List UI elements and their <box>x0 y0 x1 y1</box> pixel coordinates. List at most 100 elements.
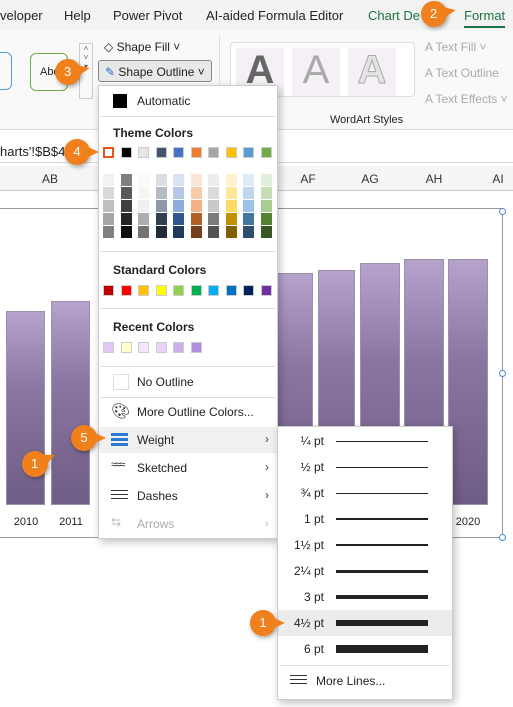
recent-color-swatch[interactable] <box>173 342 184 353</box>
theme-shade-swatch[interactable] <box>208 200 219 212</box>
theme-shade-swatch[interactable] <box>208 174 219 186</box>
chart-bar[interactable] <box>446 257 490 507</box>
resize-handle[interactable] <box>499 370 506 377</box>
wordart-style[interactable]: A <box>348 48 396 96</box>
theme-shade-swatch[interactable] <box>190 200 202 212</box>
standard-color-swatch[interactable] <box>190 285 202 296</box>
standard-color-swatch[interactable] <box>138 285 149 296</box>
column-header[interactable]: AH <box>404 172 464 186</box>
shape-fill-button[interactable]: ◇ Shape Fill ˅ <box>104 40 180 54</box>
theme-color-swatch[interactable] <box>243 147 254 158</box>
theme-shade-swatch[interactable] <box>120 226 132 238</box>
tab-format[interactable]: Format <box>464 8 506 28</box>
theme-color-swatch[interactable] <box>208 147 219 158</box>
theme-shade-swatch[interactable] <box>260 226 272 238</box>
menu-item-sketched[interactable]: ≈≈≈ Sketched › <box>99 455 277 481</box>
theme-shade-swatch[interactable] <box>173 174 184 186</box>
column-header[interactable]: AB <box>20 172 80 186</box>
theme-shade-swatch[interactable] <box>120 187 132 199</box>
text-outline-button[interactable]: A Text Outline <box>425 66 499 80</box>
theme-shade-swatch[interactable] <box>190 174 202 186</box>
theme-shade-swatch[interactable] <box>103 174 114 186</box>
theme-shade-swatch[interactable] <box>103 213 114 225</box>
theme-shade-swatch[interactable] <box>155 174 167 186</box>
weight-option[interactable]: 4½ pt <box>278 610 452 636</box>
weight-option[interactable]: 1 pt <box>278 506 452 532</box>
standard-color-swatch[interactable] <box>225 285 237 296</box>
weight-option[interactable]: 3 pt <box>278 584 452 610</box>
theme-shade-swatch[interactable] <box>103 187 114 199</box>
theme-shade-swatch[interactable] <box>243 213 254 225</box>
theme-shade-swatch[interactable] <box>173 226 184 238</box>
theme-shade-swatch[interactable] <box>103 226 114 238</box>
resize-handle[interactable] <box>499 208 506 215</box>
theme-shade-swatch[interactable] <box>120 200 132 212</box>
shape-style-preview[interactable] <box>0 52 12 90</box>
tab-power-pivot[interactable]: Power Pivot <box>113 8 182 23</box>
theme-shade-swatch[interactable] <box>260 200 272 212</box>
theme-shade-swatch[interactable] <box>260 213 272 225</box>
theme-shade-swatch[interactable] <box>120 213 132 225</box>
theme-color-swatch[interactable] <box>120 147 132 158</box>
recent-color-swatch[interactable] <box>103 342 114 353</box>
theme-shade-swatch[interactable] <box>138 200 149 212</box>
theme-shade-swatch[interactable] <box>225 174 237 186</box>
theme-color-swatch[interactable] <box>225 147 237 158</box>
menu-item-more-lines[interactable]: More Lines... <box>278 668 452 694</box>
standard-color-swatch[interactable] <box>208 285 219 296</box>
wordart-style[interactable]: A <box>292 48 340 96</box>
weight-option[interactable]: 1½ pt <box>278 532 452 558</box>
standard-color-swatch[interactable] <box>243 285 254 296</box>
text-effects-button[interactable]: A Text Effects ˅ <box>425 92 508 106</box>
recent-color-swatch[interactable] <box>190 342 202 353</box>
theme-shade-swatch[interactable] <box>155 213 167 225</box>
theme-color-swatch[interactable] <box>155 147 167 158</box>
theme-color-swatch[interactable] <box>173 147 184 158</box>
theme-shade-swatch[interactable] <box>173 187 184 199</box>
chart-bar[interactable] <box>49 299 92 507</box>
theme-shade-swatch[interactable] <box>173 213 184 225</box>
theme-shade-swatch[interactable] <box>155 187 167 199</box>
weight-option[interactable]: ¼ pt <box>278 428 452 454</box>
theme-shade-swatch[interactable] <box>225 187 237 199</box>
theme-shade-swatch[interactable] <box>208 226 219 238</box>
menu-item-automatic[interactable]: Automatic <box>99 88 277 114</box>
tab-chart-design[interactable]: Chart De <box>368 8 420 23</box>
theme-color-swatch[interactable] <box>138 147 149 158</box>
theme-shade-swatch[interactable] <box>155 226 167 238</box>
standard-color-swatch[interactable] <box>260 285 272 296</box>
tab-ai-formula-editor[interactable]: AI-aided Formula Editor <box>206 8 343 23</box>
theme-shade-swatch[interactable] <box>138 187 149 199</box>
theme-shade-swatch[interactable] <box>190 226 202 238</box>
theme-shade-swatch[interactable] <box>260 187 272 199</box>
theme-shade-swatch[interactable] <box>138 226 149 238</box>
theme-shade-swatch[interactable] <box>225 226 237 238</box>
weight-option[interactable]: ½ pt <box>278 454 452 480</box>
standard-color-swatch[interactable] <box>103 285 114 296</box>
theme-color-swatch[interactable] <box>190 147 202 158</box>
theme-shade-swatch[interactable] <box>173 200 184 212</box>
weight-option[interactable]: 2¼ pt <box>278 558 452 584</box>
theme-shade-swatch[interactable] <box>103 200 114 212</box>
shape-outline-button[interactable]: ✎ Shape Outline ˅ <box>98 60 212 82</box>
theme-shade-swatch[interactable] <box>243 174 254 186</box>
recent-color-swatch[interactable] <box>120 342 132 353</box>
theme-shade-swatch[interactable] <box>243 187 254 199</box>
standard-color-swatch[interactable] <box>173 285 184 296</box>
recent-color-swatch[interactable] <box>155 342 167 353</box>
theme-shade-swatch[interactable] <box>138 213 149 225</box>
theme-color-swatch[interactable] <box>103 147 114 158</box>
column-header[interactable]: AG <box>340 172 400 186</box>
theme-shade-swatch[interactable] <box>120 174 132 186</box>
standard-color-swatch[interactable] <box>155 285 167 296</box>
column-header[interactable]: AF <box>278 172 338 186</box>
theme-shade-swatch[interactable] <box>190 187 202 199</box>
theme-shade-swatch[interactable] <box>243 226 254 238</box>
text-fill-button[interactable]: A Text Fill ˅ <box>425 40 486 54</box>
tab-help[interactable]: Help <box>64 8 91 23</box>
theme-shade-swatch[interactable] <box>138 174 149 186</box>
column-header[interactable]: AI <box>468 172 513 186</box>
weight-option[interactable]: ¾ pt <box>278 480 452 506</box>
menu-item-dashes[interactable]: Dashes › <box>99 483 277 509</box>
standard-color-swatch[interactable] <box>120 285 132 296</box>
